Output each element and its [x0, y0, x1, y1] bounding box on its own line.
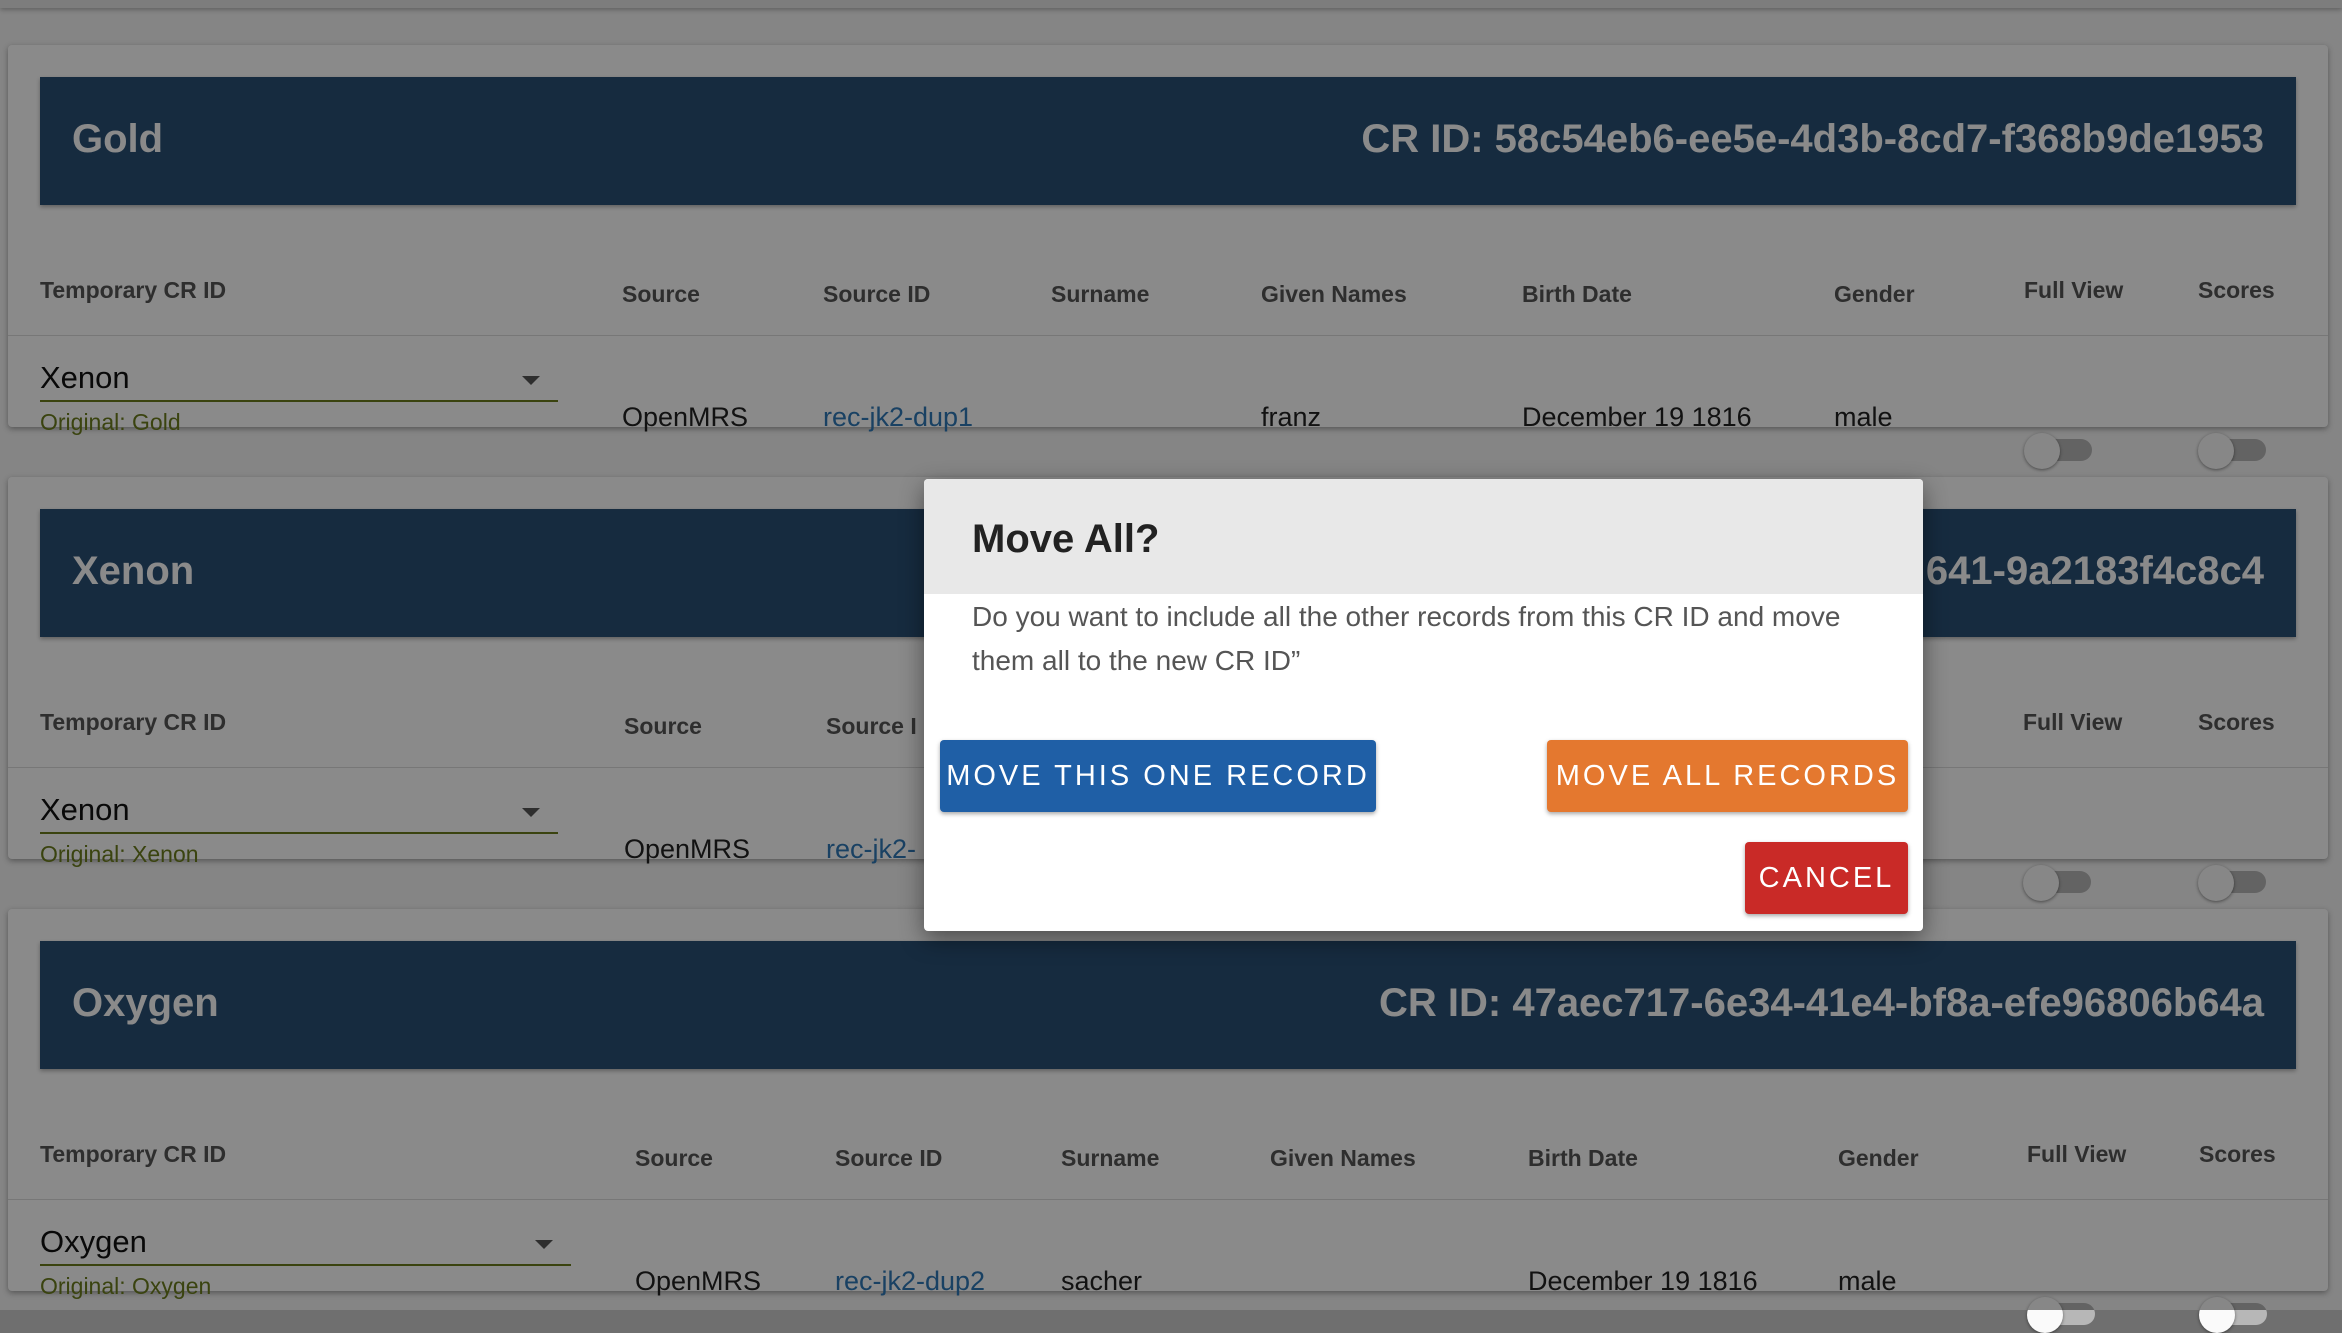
cancel-button[interactable]: CANCEL [1745, 842, 1908, 914]
move-all-records-button[interactable]: MOVE ALL RECORDS [1547, 740, 1908, 812]
move-all-dialog: Move All? Do you want to include all the… [924, 479, 1923, 931]
dialog-message: Do you want to include all the other rec… [972, 601, 1841, 676]
move-this-one-record-button[interactable]: MOVE THIS ONE RECORD [940, 740, 1376, 812]
dialog-title-bar: Move All? [924, 479, 1923, 594]
dialog-title: Move All? [972, 517, 1160, 561]
